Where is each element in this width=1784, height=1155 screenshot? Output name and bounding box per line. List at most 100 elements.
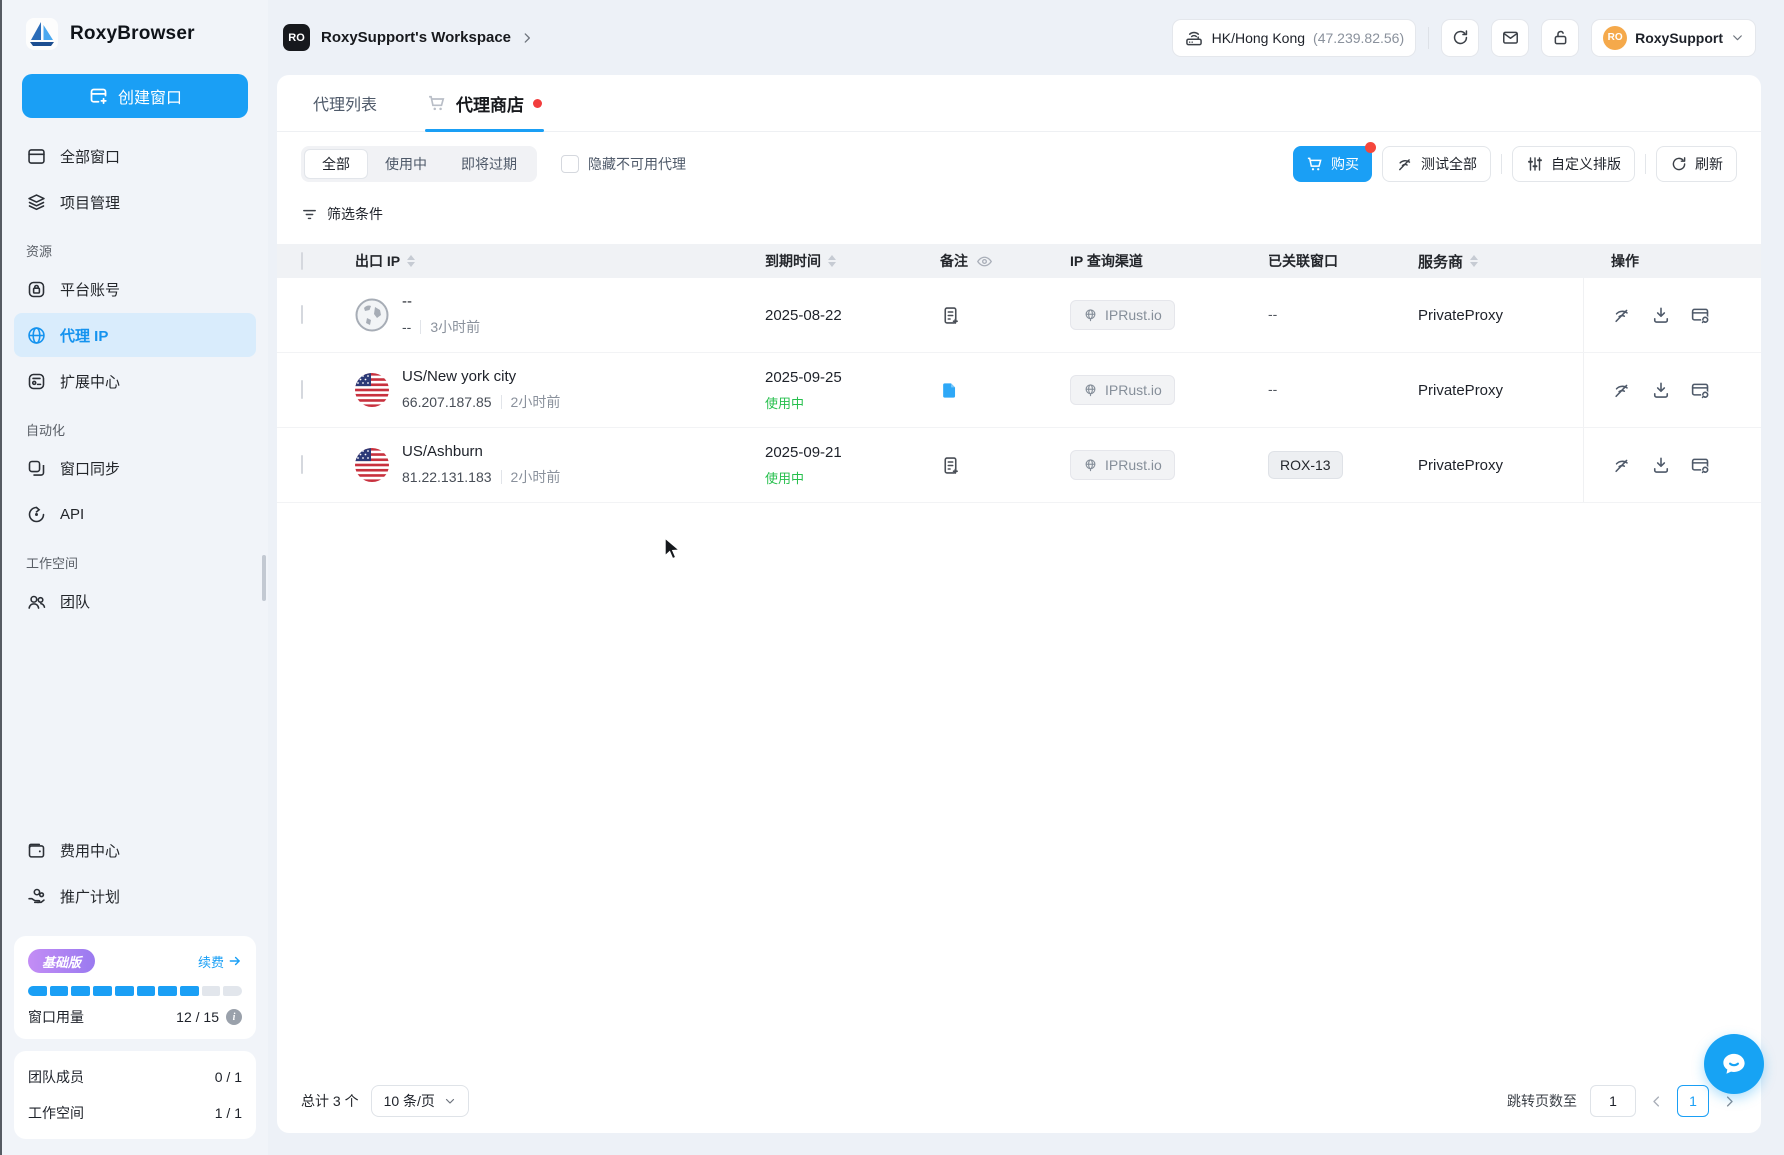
speed-test-icon[interactable] (1612, 455, 1632, 475)
download-icon[interactable] (1651, 305, 1671, 325)
eye-icon[interactable] (976, 253, 993, 270)
sidebar-item-projects[interactable]: 项目管理 (14, 180, 256, 224)
linked-window-tag[interactable]: ROX-13 (1268, 451, 1343, 479)
hide-unavailable-checkbox[interactable] (561, 155, 579, 173)
download-icon[interactable] (1651, 380, 1671, 400)
us-flag-icon (355, 373, 389, 407)
chevron-right-icon[interactable] (520, 31, 534, 45)
custom-layout-button[interactable]: 自定义排版 (1512, 146, 1635, 182)
user-name: RoxySupport (1635, 29, 1723, 46)
sidebar-item-label: 平台账号 (60, 281, 121, 299)
segment-expiring[interactable]: 即将过期 (444, 149, 534, 179)
pagination-bar: 总计 3 个 10 条/页 跳转页数至 1 (301, 1081, 1737, 1121)
segment-all[interactable]: 全部 (304, 149, 368, 179)
refresh-button[interactable]: 刷新 (1656, 146, 1737, 182)
provider: PrivateProxy (1418, 306, 1504, 324)
sidebar-item-window-sync[interactable]: 窗口同步 (14, 446, 256, 490)
modem-icon (1184, 28, 1204, 48)
sidebar-item-promo[interactable]: 推广计划 (14, 874, 256, 918)
sort-provider[interactable] (1470, 255, 1479, 267)
buy-notification-dot (1365, 142, 1376, 153)
row-ip: 81.22.131.183 (402, 469, 492, 485)
sidebar-item-extensions[interactable]: 扩展中心 (14, 359, 256, 403)
row-checked-time: 2小时前 (510, 394, 561, 410)
sidebar-item-team[interactable]: 团队 (14, 579, 256, 623)
current-page-button[interactable]: 1 (1677, 1085, 1709, 1117)
page-size-select[interactable]: 10 条/页 (370, 1085, 469, 1117)
row-checkbox[interactable] (301, 455, 303, 474)
window-plus-icon (88, 86, 109, 107)
hand-coin-icon (26, 886, 47, 907)
note-document-icon[interactable] (940, 381, 1070, 400)
ip-query-label: IPRust.io (1105, 457, 1162, 473)
renew-link[interactable]: 续费 (198, 952, 242, 971)
arrow-right-icon (229, 956, 240, 966)
ip-query-label: IPRust.io (1105, 307, 1162, 323)
sidebar-item-all-windows[interactable]: 全部窗口 (14, 134, 256, 178)
mail-button[interactable] (1491, 18, 1530, 57)
segment-in-use[interactable]: 使用中 (368, 149, 444, 179)
usage-label: 窗口用量 (28, 1009, 84, 1025)
refresh-label: 刷新 (1695, 156, 1723, 172)
ip-query-label: IPRust.io (1105, 382, 1162, 398)
logo-row: RoxyBrowser (2, 0, 268, 64)
sort-expire[interactable] (828, 255, 836, 267)
row-ip: -- (402, 319, 412, 335)
test-all-button[interactable]: 测试全部 (1382, 146, 1491, 182)
tab-proxy-store-label: 代理商店 (456, 95, 525, 115)
col-query: IP 查询渠道 (1070, 253, 1143, 269)
sidebar-item-proxy-ip[interactable]: 代理 IP (14, 313, 256, 357)
filter-conditions[interactable]: 筛选条件 (301, 204, 1737, 224)
sidebar-item-label: 费用中心 (60, 842, 121, 860)
prev-page-icon[interactable] (1649, 1094, 1664, 1109)
speed-test-icon[interactable] (1612, 380, 1632, 400)
add-note-icon[interactable] (940, 305, 1070, 326)
sidebar-item-api[interactable]: API (14, 492, 256, 536)
window-refresh-icon[interactable] (1690, 305, 1711, 326)
linked-window: -- (1268, 306, 1278, 322)
jump-page-input[interactable] (1590, 1085, 1636, 1117)
create-window-button[interactable]: 创建窗口 (22, 74, 248, 118)
row-checkbox[interactable] (301, 380, 303, 399)
support-chat-button[interactable] (1704, 1034, 1764, 1094)
workspace-title[interactable]: RoxySupport's Workspace (321, 29, 511, 46)
provider: PrivateProxy (1418, 381, 1504, 399)
add-note-icon[interactable] (940, 455, 1070, 476)
speed-test-icon[interactable] (1612, 305, 1632, 325)
divider (420, 320, 422, 334)
globe-icon (26, 325, 47, 346)
buy-button[interactable]: 购买 (1293, 142, 1376, 182)
row-checkbox[interactable] (301, 305, 303, 324)
wallet-icon (26, 840, 47, 861)
info-icon[interactable]: i (226, 1009, 242, 1025)
account-lock-icon (26, 279, 47, 300)
next-page-icon[interactable] (1722, 1094, 1737, 1109)
sidebar-scrollbar[interactable] (262, 555, 266, 601)
ip-query-button[interactable]: IPRust.io (1070, 300, 1175, 330)
sync-button[interactable] (1441, 18, 1480, 57)
window-refresh-icon[interactable] (1690, 380, 1711, 401)
globe-icon (1085, 458, 1096, 471)
network-ip: (47.239.82.56) (1313, 29, 1405, 46)
tab-proxy-store[interactable]: 代理商店 (425, 75, 545, 132)
user-menu[interactable]: RO RoxySupport (1591, 18, 1756, 57)
select-all-checkbox[interactable] (301, 252, 303, 270)
custom-layout-label: 自定义排版 (1551, 156, 1621, 172)
sidebar-item-platform-accounts[interactable]: 平台账号 (14, 267, 256, 311)
sidebar-item-billing[interactable]: 费用中心 (14, 828, 256, 872)
download-icon[interactable] (1651, 455, 1671, 475)
sort-export-ip[interactable] (407, 255, 416, 267)
hide-unavailable-toggle[interactable]: 隐藏不可用代理 (561, 154, 686, 174)
sidebar-item-label: 窗口同步 (60, 460, 121, 478)
speed-test-icon (1399, 159, 1411, 171)
ip-query-button[interactable]: IPRust.io (1070, 375, 1175, 405)
ip-query-button[interactable]: IPRust.io (1070, 450, 1175, 480)
lock-button[interactable] (1541, 18, 1580, 57)
network-chip[interactable]: HK/Hong Kong (47.239.82.56) (1171, 18, 1417, 57)
tabs: 代理列表 代理商店 (277, 75, 1761, 132)
sidebar-item-label: 全部窗口 (60, 148, 121, 166)
divider (500, 470, 502, 484)
window-refresh-icon[interactable] (1690, 455, 1711, 476)
tab-proxy-list[interactable]: 代理列表 (313, 91, 377, 115)
col-expire: 到期时间 (765, 253, 821, 269)
